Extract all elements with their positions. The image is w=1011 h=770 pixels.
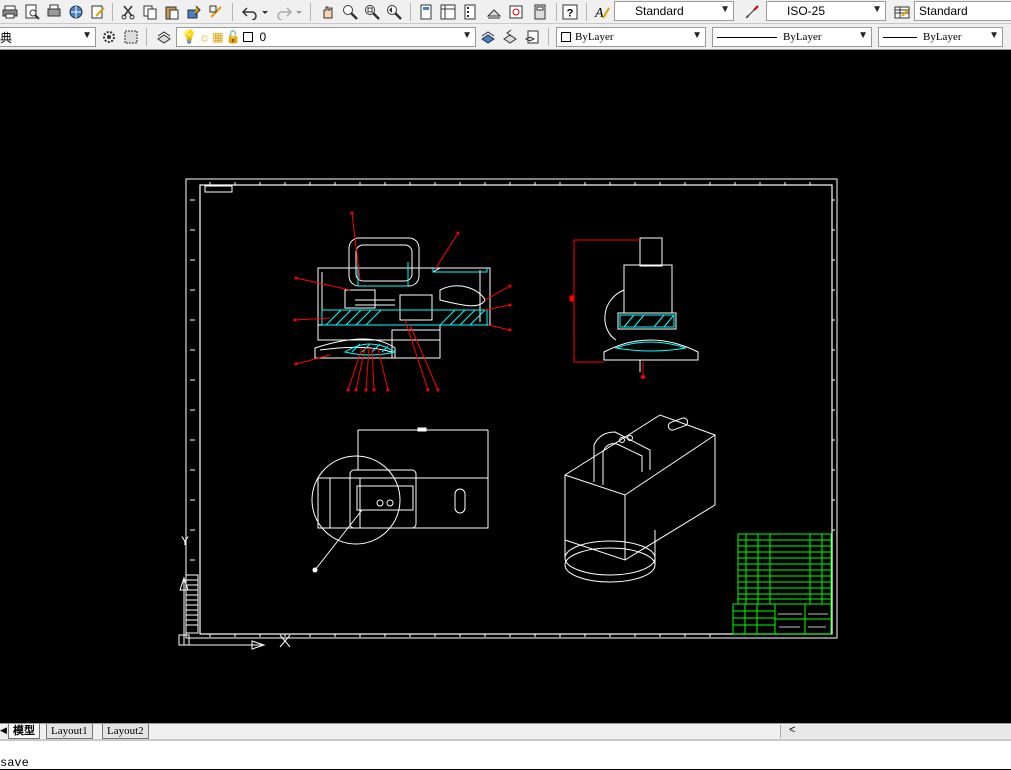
chevron-down-icon: ▼ bbox=[462, 30, 472, 41]
front-section-view bbox=[314, 237, 491, 359]
color-select[interactable]: ByLayer ▼ bbox=[556, 27, 706, 47]
undo-icon[interactable] bbox=[240, 2, 260, 22]
make-current-layer-icon[interactable] bbox=[478, 27, 498, 47]
zoom-window-icon[interactable] bbox=[362, 2, 382, 22]
parts-list-table bbox=[737, 533, 832, 605]
tab-model[interactable]: 模型 bbox=[8, 724, 40, 739]
table-style-select[interactable]: Standard bbox=[914, 1, 1011, 21]
command-history-text: save bbox=[0, 756, 29, 770]
sheet-inner-frame bbox=[199, 184, 833, 635]
isometric-view bbox=[564, 414, 716, 583]
top-view bbox=[311, 427, 489, 573]
command-line[interactable]: save bbox=[0, 739, 1011, 770]
print-preview-icon[interactable] bbox=[22, 2, 42, 22]
chevron-down-icon: ▼ bbox=[989, 30, 999, 41]
sheet-outer-frame bbox=[185, 178, 838, 639]
text-style-select[interactable]: Standard ▼ bbox=[614, 1, 734, 21]
standard-toolbar: ? A Standard ▼ ISO-25 ▼ Standard bbox=[0, 0, 1011, 24]
maximize-viewport-icon[interactable] bbox=[121, 27, 141, 47]
copy-icon[interactable] bbox=[140, 2, 160, 22]
tab-layout2[interactable]: Layout2 bbox=[102, 724, 149, 739]
tab-layout1[interactable]: Layout1 bbox=[46, 724, 93, 739]
layer-select[interactable]: 💡 ☼ ▦ 🔓 0 ▼ bbox=[176, 27, 476, 47]
lineweight-select[interactable]: ByLayer ▼ bbox=[878, 27, 1003, 47]
horizontal-scrollbar[interactable]: < bbox=[780, 724, 1011, 738]
workspace-select[interactable]: 典 ▼ bbox=[0, 27, 96, 47]
linetype-value: ByLayer bbox=[783, 31, 822, 43]
chevron-down-icon: ▼ bbox=[872, 4, 882, 15]
chevron-down-icon: ▼ bbox=[82, 30, 92, 41]
layer-properties-icon[interactable] bbox=[154, 27, 174, 47]
layer-unlock-icon: 🔓 bbox=[225, 30, 241, 44]
paste-icon[interactable] bbox=[162, 2, 182, 22]
layout-tab-bar: ◀ 模型 Layout1 Layout2 < bbox=[0, 723, 1011, 739]
publish-icon[interactable] bbox=[44, 2, 64, 22]
workspace-settings-icon[interactable] bbox=[99, 27, 119, 47]
title-block bbox=[732, 603, 832, 635]
3d-dwf-icon[interactable] bbox=[66, 2, 86, 22]
text-style-value: Standard bbox=[635, 4, 684, 18]
table-style-icon[interactable] bbox=[892, 2, 912, 22]
zoom-previous-icon[interactable] bbox=[384, 2, 404, 22]
tool-palettes-icon[interactable] bbox=[460, 2, 480, 22]
zoom-realtime-icon[interactable] bbox=[340, 2, 360, 22]
color-value: ByLayer bbox=[575, 31, 614, 43]
undo-dropdown-icon[interactable] bbox=[260, 2, 270, 22]
layer-thaw-icon: ☼ bbox=[199, 30, 211, 44]
model-space-canvas[interactable]: Y bbox=[0, 55, 1011, 723]
layers-properties-toolbar: 典 ▼ 💡 ☼ ▦ 🔓 0 ▼ ByLayer ▼ ByLayer ▼ ByLayer… bbox=[0, 24, 1011, 50]
layer-name: 0 bbox=[259, 30, 267, 44]
dim-style-icon[interactable] bbox=[742, 2, 762, 22]
print-icon[interactable] bbox=[0, 2, 20, 22]
properties-icon[interactable] bbox=[416, 2, 436, 22]
match-properties-icon[interactable] bbox=[184, 2, 204, 22]
design-center-icon[interactable] bbox=[438, 2, 458, 22]
svg-text:?: ? bbox=[567, 8, 574, 20]
redo-icon[interactable] bbox=[274, 2, 294, 22]
side-section-view bbox=[603, 237, 699, 372]
drawing-number-box bbox=[204, 185, 233, 193]
cut-icon[interactable] bbox=[118, 2, 138, 22]
ucs-y-label: Y bbox=[181, 534, 189, 548]
side-view-dimension bbox=[569, 239, 645, 379]
redo-dropdown-icon[interactable] bbox=[294, 2, 304, 22]
chevron-down-icon: ▼ bbox=[720, 4, 730, 15]
lineweight-value: ByLayer bbox=[923, 31, 962, 43]
block-editor-icon[interactable] bbox=[206, 2, 226, 22]
binding-margin-marks bbox=[185, 574, 199, 634]
layer-on-icon: 💡 bbox=[181, 29, 198, 44]
table-style-value: Standard bbox=[919, 4, 968, 18]
dim-style-select[interactable]: ISO-25 ▼ bbox=[766, 1, 886, 21]
layer-previous-icon[interactable] bbox=[500, 27, 520, 47]
chevron-down-icon: ▼ bbox=[692, 30, 702, 41]
layer-color-swatch bbox=[243, 32, 254, 42]
pan-icon[interactable] bbox=[318, 2, 338, 22]
tab-nav-arrows[interactable]: ◀ bbox=[0, 725, 7, 736]
dim-style-value: ISO-25 bbox=[787, 4, 826, 18]
help-icon[interactable]: ? bbox=[560, 2, 580, 22]
title-block-text bbox=[778, 613, 828, 628]
drawing-svg: Y bbox=[178, 178, 838, 650]
text-style-icon[interactable]: A bbox=[592, 2, 612, 22]
lineweight-sample bbox=[883, 36, 917, 38]
scroll-left-arrow[interactable]: < bbox=[789, 724, 795, 736]
color-swatch bbox=[561, 32, 571, 42]
workspace-value: 典 bbox=[0, 30, 13, 45]
linetype-select[interactable]: ByLayer ▼ bbox=[712, 27, 872, 47]
chevron-down-icon: ▼ bbox=[858, 30, 868, 41]
layer-state-icon[interactable] bbox=[522, 27, 542, 47]
front-view-leaders bbox=[294, 212, 511, 391]
calculator-icon[interactable] bbox=[530, 2, 550, 22]
layer-viewport-icon: ▦ bbox=[212, 30, 224, 44]
markup-icon[interactable] bbox=[506, 2, 526, 22]
linetype-sample bbox=[717, 36, 777, 38]
svg-text:A: A bbox=[594, 6, 604, 20]
page-setup-icon[interactable] bbox=[88, 2, 108, 22]
sheet-set-icon[interactable] bbox=[484, 2, 504, 22]
